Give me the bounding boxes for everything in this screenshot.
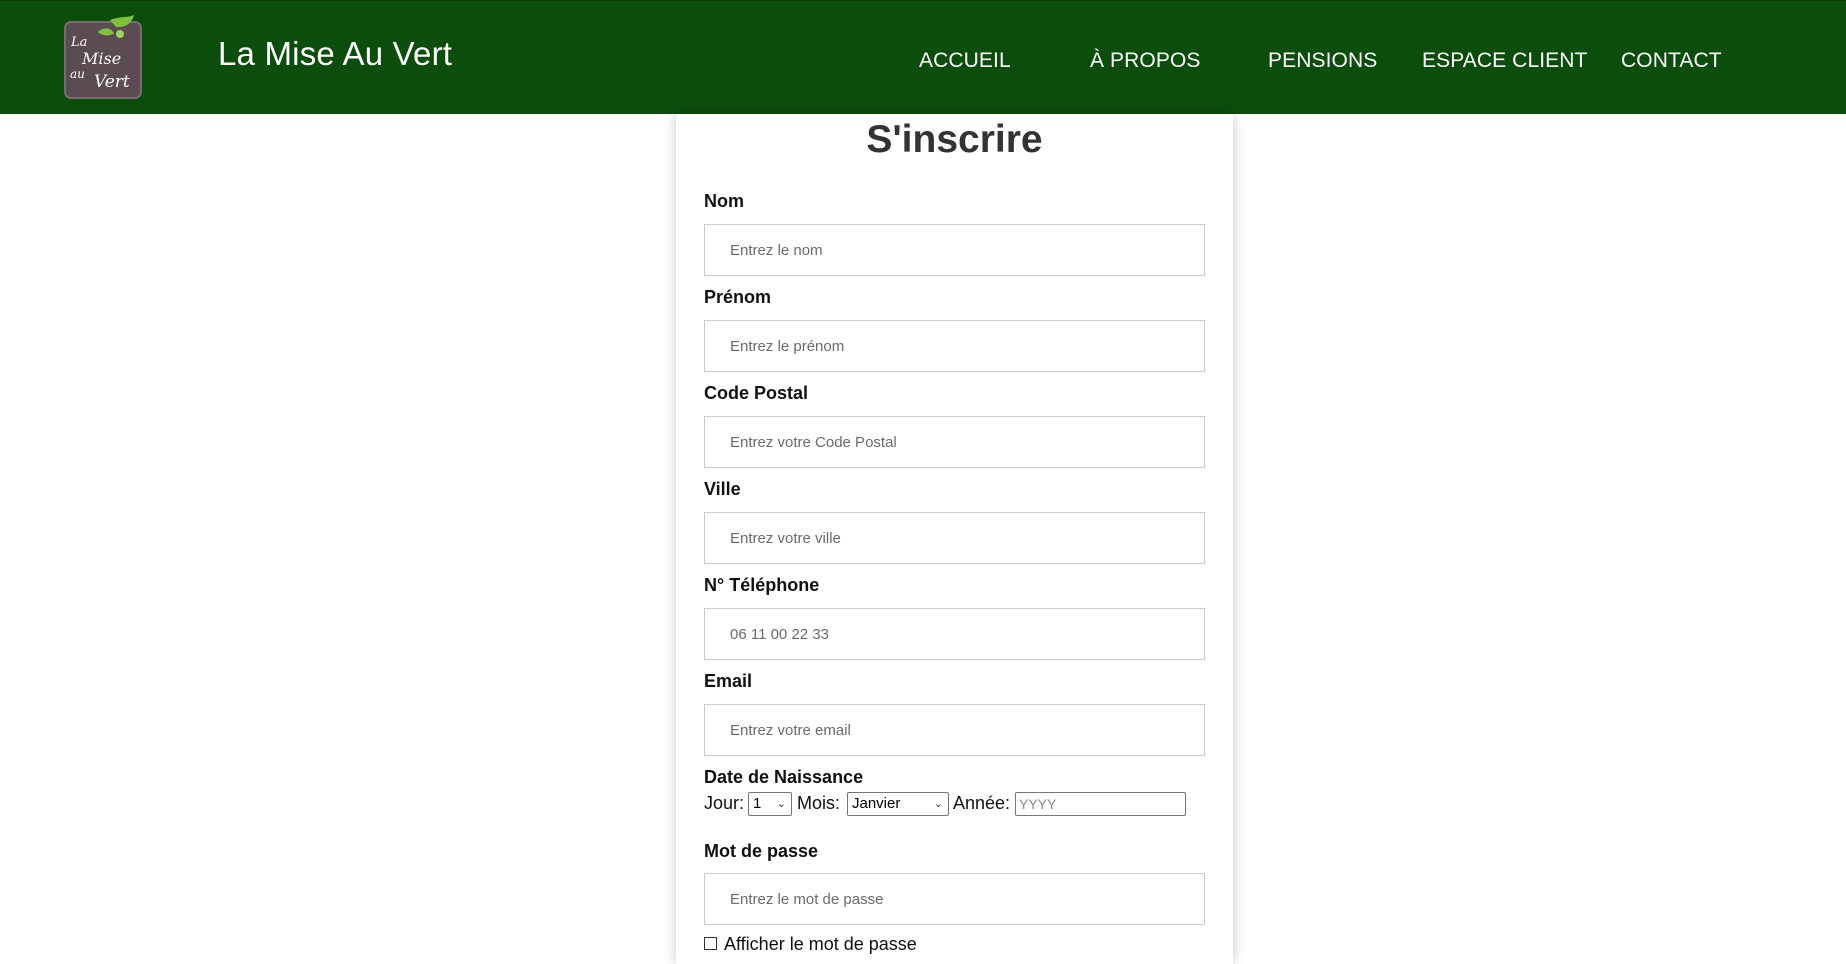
annee-label: Année: xyxy=(953,793,1011,813)
code-postal-label: Code Postal xyxy=(704,383,809,403)
jour-label: Jour: xyxy=(704,793,745,813)
mois-select[interactable]: Janvier ⌄ xyxy=(847,792,949,816)
nav-accueil[interactable]: ACCUEIL xyxy=(919,49,1011,73)
prenom-input[interactable] xyxy=(704,320,1205,372)
nav-pensions[interactable]: PENSIONS xyxy=(1268,49,1377,73)
telephone-label: N° Téléphone xyxy=(704,575,820,595)
nom-input[interactable] xyxy=(704,224,1205,276)
nav-a-propos[interactable]: À PROPOS xyxy=(1090,49,1201,73)
svg-text:La: La xyxy=(70,35,87,50)
mot-de-passe-input[interactable] xyxy=(704,873,1205,925)
jour-value: 1 xyxy=(753,795,762,812)
site-logo[interactable]: La Mise au Vert xyxy=(62,14,146,100)
ville-label: Ville xyxy=(704,479,741,499)
nom-label: Nom xyxy=(704,191,744,211)
show-password-label[interactable]: Afficher le mot de passe xyxy=(724,934,917,955)
date-naissance-label: Date de Naissance xyxy=(704,767,864,787)
show-password-checkbox[interactable] xyxy=(704,937,717,950)
nav-espace-client[interactable]: ESPACE CLIENT xyxy=(1422,49,1587,73)
annee-input[interactable] xyxy=(1015,792,1186,816)
prenom-label: Prénom xyxy=(704,287,772,307)
email-label: Email xyxy=(704,671,753,691)
form-title: S'inscrire xyxy=(866,118,1043,161)
jour-select[interactable]: 1 ⌄ xyxy=(748,792,792,816)
mois-value: Janvier xyxy=(852,795,901,812)
chevron-down-icon: ⌄ xyxy=(933,798,943,810)
telephone-input[interactable] xyxy=(704,608,1205,660)
site-header: La Mise au Vert La Mise Au Vert ACCUEIL … xyxy=(0,0,1846,114)
nav-contact[interactable]: CONTACT xyxy=(1621,49,1722,73)
email-input[interactable] xyxy=(704,704,1205,756)
logo-graphic: La Mise au Vert xyxy=(64,15,142,99)
mot-de-passe-label: Mot de passe xyxy=(704,841,819,861)
mois-label: Mois: xyxy=(797,793,841,813)
signup-form-card: S'inscrire Nom Prénom Code Postal Ville … xyxy=(676,114,1233,964)
site-title[interactable]: La Mise Au Vert xyxy=(218,35,452,73)
ville-input[interactable] xyxy=(704,512,1205,564)
svg-text:Vert: Vert xyxy=(94,72,130,92)
code-postal-input[interactable] xyxy=(704,416,1205,468)
svg-text:Mise: Mise xyxy=(81,49,121,68)
chevron-down-icon: ⌄ xyxy=(776,798,786,810)
svg-text:au: au xyxy=(70,67,85,81)
